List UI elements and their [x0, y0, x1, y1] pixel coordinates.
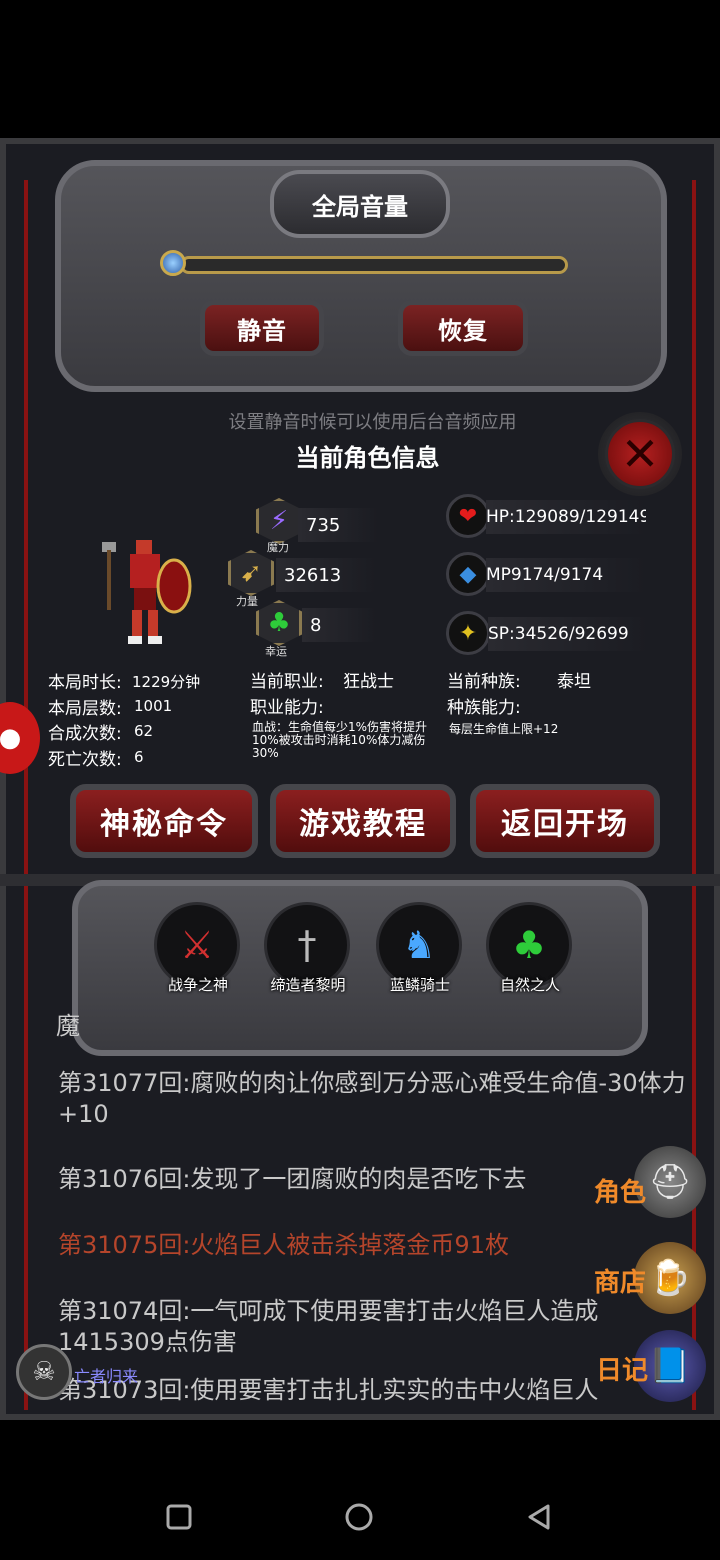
stamina-icon: ✦: [446, 611, 490, 655]
volume-slider-track[interactable]: [180, 256, 568, 274]
race-label: 当前种族:: [447, 672, 521, 692]
class-ability-text: 血战：生命值每少1%伤害将提升10%被攻击时消耗10%体力减伤30%: [252, 720, 428, 760]
god-war[interactable]: ⚔ 战争之神: [154, 902, 242, 998]
frame-left-trim: [24, 180, 28, 1410]
system-nav-bar: [0, 1420, 720, 1560]
heart-icon: ❤: [446, 494, 490, 538]
race-value: 泰坦: [557, 672, 591, 692]
luck-label: 幸运: [265, 645, 287, 658]
class-ability-label: 职业能力:: [250, 698, 324, 718]
floors-label: 本局层数:: [48, 699, 122, 719]
god-dawn[interactable]: † 缔造者黎明: [264, 902, 352, 998]
secret-command-button[interactable]: 神秘命令: [70, 784, 258, 858]
volume-slider-knob[interactable]: [160, 250, 186, 276]
game-time-label: 本局时长:: [48, 673, 122, 693]
hero-sprite: [102, 540, 192, 644]
shop-label[interactable]: 商店: [594, 1262, 646, 1299]
god-blue-knight[interactable]: ♞ 蓝鳞骑士: [376, 902, 464, 998]
mp-value: MP9174/9174: [486, 558, 646, 592]
diary-label[interactable]: 日记: [596, 1350, 648, 1387]
magic-label: 魔力: [267, 541, 289, 554]
close-button[interactable]: ✕: [598, 412, 682, 496]
tutorial-button[interactable]: 游戏教程: [270, 784, 456, 858]
frame-right-trim: [692, 180, 696, 1410]
player-avatar[interactable]: ☠: [16, 1344, 72, 1400]
close-icon: ✕: [605, 419, 675, 489]
home-icon[interactable]: [342, 1500, 376, 1534]
log-line: 第31075回:火焰巨人被击杀掉落金币91枚: [58, 1231, 509, 1259]
magic-value: 735: [298, 508, 378, 542]
hp-value: HP:129089/129149: [486, 500, 646, 534]
log-line: 第31077回:腐败的肉让你感到万分恶心难受生命值-30体力+10: [58, 1069, 686, 1128]
strength-value: 32613: [276, 558, 376, 592]
god-nature[interactable]: ♣ 自然之人: [486, 902, 574, 998]
volume-title: 全局音量: [270, 170, 450, 238]
game-time-value: 1229分钟: [132, 673, 201, 691]
role-label[interactable]: 角色: [594, 1172, 646, 1209]
deaths-label: 死亡次数:: [48, 750, 122, 770]
mana-icon: ◆: [446, 552, 490, 596]
restore-button[interactable]: 恢复: [398, 300, 528, 356]
god-nature-label: 自然之人: [499, 976, 560, 994]
god-dawn-label: 缔造者黎明: [270, 976, 346, 994]
class-value: 狂战士: [343, 672, 394, 692]
race-ability-label: 种族能力:: [447, 698, 521, 718]
back-icon[interactable]: [522, 1500, 556, 1534]
crafts-value: 62: [134, 722, 154, 740]
god-war-label: 战争之神: [167, 976, 228, 994]
race-ability-text: 每层生命值上限+12: [449, 722, 559, 736]
log-partial: 魔: [56, 1012, 80, 1040]
log-line: 第31074回:一气呵成下使用要害打击火焰巨人造成1415309点伤害: [58, 1297, 599, 1356]
floors-value: 1001: [134, 697, 173, 715]
volume-slider[interactable]: [160, 246, 572, 282]
crafts-label: 合成次数:: [48, 724, 122, 744]
class-label: 当前职业:: [250, 672, 324, 692]
mute-button[interactable]: 静音: [200, 300, 324, 356]
sp-value: SP:34526/92699: [488, 617, 648, 651]
luck-value: 8: [302, 608, 376, 642]
back-to-start-button[interactable]: 返回开场: [470, 784, 660, 858]
god-blue-knight-label: 蓝鳞骑士: [389, 976, 450, 994]
deaths-value: 6: [134, 748, 144, 766]
player-name: 亡者归来: [74, 1367, 139, 1386]
strength-label: 力量: [236, 595, 258, 608]
recent-apps-icon[interactable]: [162, 1500, 196, 1534]
